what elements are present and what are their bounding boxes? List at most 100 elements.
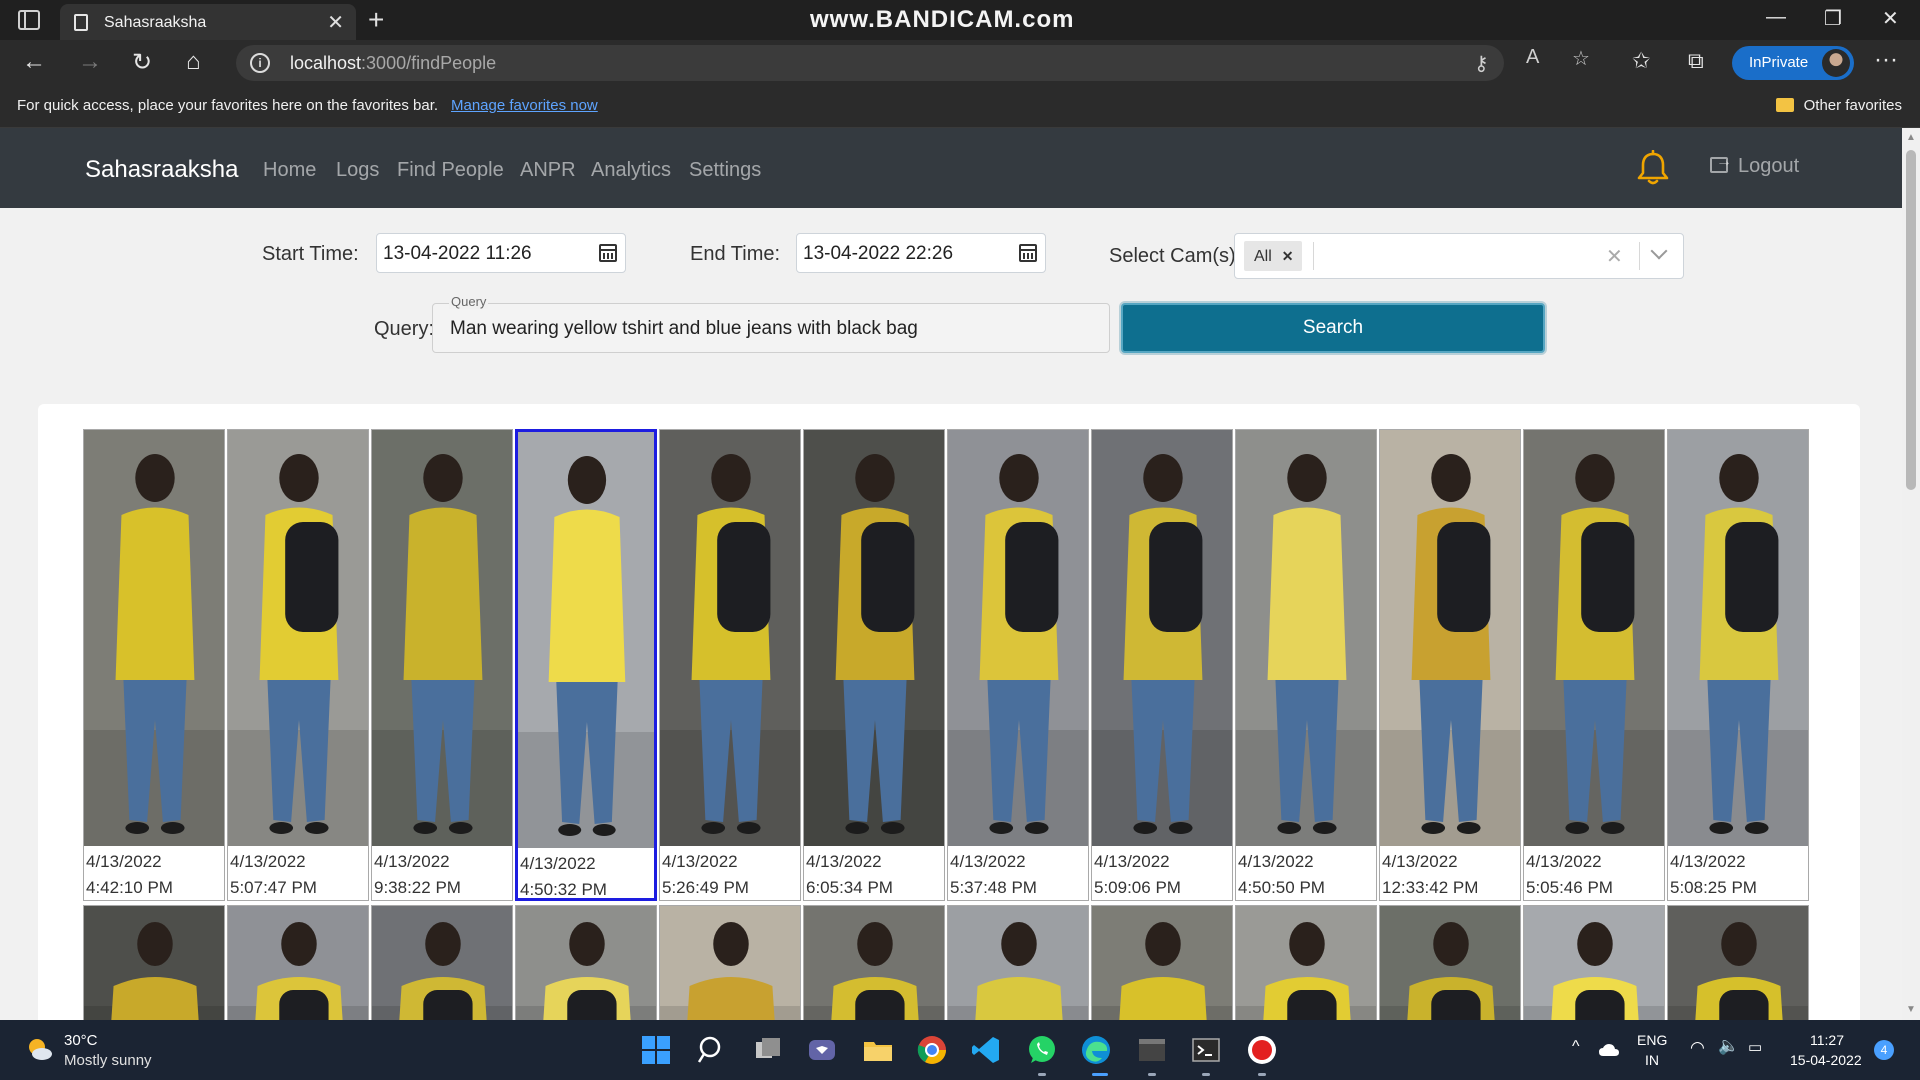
wifi-icon[interactable]: ◠: [1690, 1038, 1705, 1058]
search-button[interactable]: Search: [1121, 303, 1545, 353]
refresh-icon[interactable]: ↻: [132, 48, 152, 77]
clear-selection-icon[interactable]: ✕: [1606, 244, 1623, 269]
minimize-icon[interactable]: —: [1766, 6, 1786, 29]
result-card[interactable]: 4/13/2022 5:07:47 PM: [227, 429, 369, 901]
result-card[interactable]: 4/13/2022 6:05:34 PM: [803, 429, 945, 901]
notification-badge[interactable]: 4: [1874, 1040, 1894, 1060]
nav-home[interactable]: Home: [263, 159, 316, 182]
person-snapshot[interactable]: [804, 430, 944, 846]
battery-icon[interactable]: ▭: [1748, 1038, 1762, 1056]
end-time-input[interactable]: 13-04-2022 22:26: [796, 233, 1046, 273]
language-indicator[interactable]: ENG: [1637, 1032, 1667, 1048]
bell-icon[interactable]: [1636, 150, 1670, 186]
collections-icon[interactable]: ⧉: [1688, 48, 1704, 74]
more-icon[interactable]: ···: [1874, 46, 1898, 74]
url-field[interactable]: i localhost:3000/findPeople ⚷: [236, 45, 1504, 81]
person-snapshot[interactable]: [1380, 430, 1520, 846]
favorites-icon[interactable]: ✩: [1632, 48, 1650, 74]
nav-logs[interactable]: Logs: [336, 159, 379, 182]
result-card[interactable]: 4/13/2022 4:42:10 PM: [83, 429, 225, 901]
result-card[interactable]: [1235, 905, 1377, 1020]
result-card[interactable]: [1523, 905, 1665, 1020]
person-snapshot[interactable]: [1668, 430, 1808, 846]
file-explorer-icon[interactable]: [862, 1034, 894, 1066]
person-snapshot[interactable]: [1524, 430, 1664, 846]
person-snapshot[interactable]: [1236, 430, 1376, 846]
result-card[interactable]: [371, 905, 513, 1020]
result-card[interactable]: 4/13/2022 5:05:46 PM: [1523, 429, 1665, 901]
person-snapshot[interactable]: [84, 430, 224, 846]
calendar-icon[interactable]: [1019, 244, 1037, 262]
person-snapshot[interactable]: [1236, 906, 1376, 1020]
tab-actions-icon[interactable]: [18, 10, 40, 30]
region-indicator[interactable]: IN: [1645, 1052, 1659, 1068]
person-snapshot[interactable]: [1380, 906, 1520, 1020]
teams-chat-icon[interactable]: [806, 1034, 838, 1066]
nav-anpr[interactable]: ANPR: [520, 159, 576, 182]
result-card[interactable]: [515, 905, 657, 1020]
onedrive-cloud-icon[interactable]: [1598, 1042, 1620, 1058]
inprivate-button[interactable]: InPrivate: [1732, 46, 1854, 80]
clock-time[interactable]: 11:27: [1810, 1032, 1844, 1048]
calendar-icon[interactable]: [599, 244, 617, 262]
result-card[interactable]: [83, 905, 225, 1020]
volume-icon[interactable]: 🔈: [1718, 1036, 1739, 1056]
task-view-icon[interactable]: [752, 1034, 784, 1066]
close-tab-icon[interactable]: ✕: [327, 10, 344, 35]
query-input[interactable]: Query Man wearing yellow tshirt and blue…: [432, 294, 1110, 353]
weather-sunny-icon[interactable]: [26, 1036, 54, 1064]
browser-tab[interactable]: Sahasraaksha ✕: [60, 4, 356, 40]
terminal-window-icon[interactable]: [1136, 1034, 1168, 1066]
vscode-icon[interactable]: [970, 1034, 1002, 1066]
result-card[interactable]: 4/13/2022 5:08:25 PM: [1667, 429, 1809, 901]
command-prompt-icon[interactable]: [1190, 1034, 1222, 1066]
logout-button[interactable]: Logout: [1710, 153, 1799, 178]
new-tab-icon[interactable]: +: [368, 4, 384, 36]
person-snapshot[interactable]: [1092, 430, 1232, 846]
page-scrollbar[interactable]: ▲ ▼: [1902, 128, 1920, 1020]
search-icon[interactable]: [696, 1034, 728, 1066]
result-card[interactable]: 4/13/2022 9:38:22 PM: [371, 429, 513, 901]
result-card[interactable]: [1667, 905, 1809, 1020]
bandicam-record-icon[interactable]: [1246, 1034, 1278, 1066]
result-card[interactable]: 4/13/2022 4:50:50 PM: [1235, 429, 1377, 901]
read-aloud-icon[interactable]: A: [1526, 46, 1539, 69]
edge-icon[interactable]: [1080, 1034, 1112, 1066]
url-text[interactable]: localhost:3000/findPeople: [290, 53, 496, 74]
person-snapshot[interactable]: [1524, 906, 1664, 1020]
person-snapshot[interactable]: [1668, 906, 1808, 1020]
person-snapshot[interactable]: [660, 430, 800, 846]
manage-favorites-link[interactable]: Manage favorites now: [451, 97, 598, 114]
result-card[interactable]: 4/13/2022 5:37:48 PM: [947, 429, 1089, 901]
person-snapshot[interactable]: [228, 906, 368, 1020]
clock-date[interactable]: 15-04-2022: [1790, 1052, 1862, 1068]
result-card[interactable]: [227, 905, 369, 1020]
nav-analytics[interactable]: Analytics: [591, 159, 671, 182]
camera-multiselect[interactable]: All ✕ ✕: [1234, 233, 1684, 279]
add-favorite-icon[interactable]: ☆: [1572, 46, 1590, 71]
result-card[interactable]: [659, 905, 801, 1020]
person-snapshot[interactable]: [518, 432, 654, 848]
person-snapshot[interactable]: [948, 430, 1088, 846]
scrollbar-thumb[interactable]: [1906, 150, 1916, 490]
key-icon[interactable]: ⚷: [1474, 51, 1489, 76]
result-card[interactable]: [947, 905, 1089, 1020]
windows-start-icon[interactable]: [640, 1034, 672, 1066]
home-icon[interactable]: ⌂: [186, 48, 201, 76]
person-snapshot[interactable]: [228, 430, 368, 846]
person-snapshot[interactable]: [84, 906, 224, 1020]
site-info-icon[interactable]: i: [250, 53, 270, 73]
window-close-icon[interactable]: ✕: [1882, 6, 1899, 31]
chrome-icon[interactable]: [916, 1034, 948, 1066]
result-card[interactable]: [803, 905, 945, 1020]
scroll-down-icon[interactable]: ▼: [1906, 1004, 1916, 1015]
person-snapshot[interactable]: [372, 906, 512, 1020]
show-hidden-icons[interactable]: ^: [1572, 1038, 1580, 1056]
person-snapshot[interactable]: [1092, 906, 1232, 1020]
result-card[interactable]: 4/13/2022 12:33:42 PM: [1379, 429, 1521, 901]
back-icon[interactable]: ←: [22, 48, 46, 76]
result-card[interactable]: [1091, 905, 1233, 1020]
nav-settings[interactable]: Settings: [689, 159, 761, 182]
forward-icon[interactable]: →: [78, 48, 102, 76]
person-snapshot[interactable]: [948, 906, 1088, 1020]
